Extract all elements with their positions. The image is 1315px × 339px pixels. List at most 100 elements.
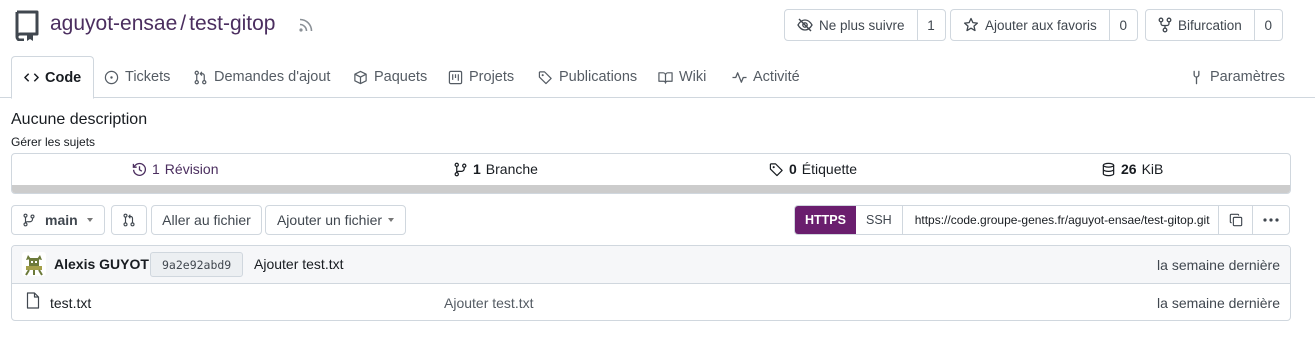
file-table: Alexis GUYOT 9a2e92abd9 Ajouter test.txt… — [11, 245, 1291, 321]
commit-sha-button[interactable]: 9a2e92abd9 — [150, 252, 244, 277]
tab-code-label: Code — [45, 69, 82, 86]
repo-title: aguyot-ensae / test-gitop — [50, 12, 276, 36]
pull-request-icon — [194, 70, 207, 84]
fork-label-wrap[interactable]: Bifurcation — [1146, 10, 1254, 40]
tab-pull-requests-label: Demandes d'ajout — [214, 69, 331, 85]
clone-url-input[interactable]: https://code.groupe-genes.fr/aguyot-ensa… — [903, 206, 1219, 234]
fork-label: Bifurcation — [1178, 17, 1242, 33]
tag-icon — [538, 70, 552, 84]
star-count[interactable]: 0 — [1108, 10, 1137, 40]
goto-file-button[interactable]: Aller au fichier — [151, 205, 262, 235]
copy-url-button[interactable] — [1219, 206, 1253, 234]
tags-label: Étiquette — [801, 161, 858, 177]
book-icon — [658, 71, 673, 84]
more-options-button[interactable] — [1253, 206, 1289, 234]
add-file-label: Ajouter un fichier — [276, 212, 383, 228]
repo-description: Aucune description — [11, 111, 148, 128]
project-icon — [448, 70, 463, 84]
package-icon — [354, 70, 367, 84]
repo-name-link[interactable]: test-gitop — [189, 12, 275, 35]
repo-separator: / — [180, 12, 187, 35]
branch-selector[interactable]: main — [11, 205, 105, 235]
fork-button[interactable]: Bifurcation 0 — [1145, 9, 1283, 41]
tags-count: 0 — [789, 161, 797, 177]
size-count: 26 — [1121, 161, 1137, 177]
branches-count: 1 — [473, 161, 481, 177]
table-row: test.txt Ajouter test.txt la semaine der… — [12, 284, 1290, 320]
watch-label-wrap[interactable]: Ne plus suivre — [785, 10, 917, 40]
repo-icon — [15, 10, 39, 41]
watch-count[interactable]: 1 — [916, 10, 945, 40]
tab-issues-label: Tickets — [125, 69, 171, 85]
branches-stat[interactable]: 1 Branche — [453, 161, 538, 177]
tab-issues[interactable]: Tickets — [104, 56, 170, 98]
code-icon — [24, 73, 39, 82]
star-button[interactable]: Ajouter aux favoris 0 — [950, 9, 1138, 41]
size-unit: KiB — [1141, 161, 1164, 177]
issue-icon — [104, 70, 119, 84]
star-label-wrap[interactable]: Ajouter aux favoris — [951, 10, 1109, 40]
repo-owner-link[interactable]: aguyot-ensae — [50, 12, 177, 35]
ssh-button[interactable]: SSH — [856, 206, 903, 234]
file-commit-time: la semaine dernière — [1157, 295, 1280, 311]
commit-message[interactable]: Ajouter test.txt — [254, 256, 343, 272]
commits-stat[interactable]: 1 Révision — [132, 161, 219, 177]
compare-button[interactable] — [111, 205, 147, 235]
tab-settings-label: Paramètres — [1210, 69, 1285, 85]
tag-icon — [769, 162, 783, 176]
tab-packages[interactable]: Paquets — [353, 56, 427, 98]
kebab-horizontal-icon — [1263, 218, 1279, 222]
tab-releases[interactable]: Publications — [538, 56, 637, 98]
branch-icon — [23, 213, 35, 227]
fork-icon — [1158, 17, 1172, 33]
avatar[interactable] — [22, 252, 46, 276]
commits-count: 1 — [152, 161, 160, 177]
tab-releases-label: Publications — [559, 69, 638, 85]
tab-wiki-label: Wiki — [679, 69, 707, 85]
chevron-down-icon — [86, 218, 93, 222]
compare-icon — [123, 213, 135, 227]
pulse-icon — [732, 71, 747, 83]
rss-icon[interactable] — [298, 17, 314, 33]
tab-code[interactable]: Code — [11, 56, 95, 99]
tags-stat[interactable]: 0 Étiquette — [769, 161, 857, 177]
tab-settings[interactable]: Paramètres — [1189, 56, 1285, 98]
commit-time: la semaine dernière — [1157, 257, 1280, 273]
branch-icon — [454, 162, 467, 176]
tool-icon — [1193, 70, 1200, 84]
https-button[interactable]: HTTPS — [795, 206, 856, 234]
watch-label: Ne plus suivre — [819, 17, 905, 33]
tab-activity-label: Activité — [753, 69, 800, 85]
commits-label: Révision — [164, 161, 219, 177]
tab-wiki[interactable]: Wiki — [658, 56, 706, 98]
tab-pull-requests[interactable]: Demandes d'ajout — [193, 56, 330, 98]
eye-slash-icon — [797, 18, 813, 32]
file-commit-message[interactable]: Ajouter test.txt — [444, 295, 533, 311]
watch-button[interactable]: Ne plus suivre 1 — [784, 9, 946, 41]
branches-label: Branche — [485, 161, 538, 177]
repo-tabs: Code Tickets Demandes d'ajout Paquets Pr… — [0, 56, 1315, 99]
chevron-down-icon — [388, 218, 395, 222]
file-icon — [26, 292, 40, 309]
star-label: Ajouter aux favoris — [985, 17, 1097, 33]
history-icon — [132, 162, 147, 176]
branch-name: main — [45, 212, 78, 228]
file-name-link[interactable]: test.txt — [50, 295, 91, 311]
size-stat: 26 KiB — [1101, 161, 1163, 177]
tab-projects[interactable]: Projets — [448, 56, 514, 98]
fork-count[interactable]: 0 — [1253, 10, 1282, 40]
database-icon — [1102, 162, 1115, 176]
copy-icon — [1229, 213, 1242, 227]
language-bar[interactable] — [12, 185, 1290, 193]
star-icon — [963, 17, 979, 32]
author-avatar-image — [22, 252, 46, 276]
manage-topics-link[interactable]: Gérer les sujets — [11, 135, 95, 149]
commit-author[interactable]: Alexis GUYOT — [54, 256, 149, 272]
repo-stats-bar: 1 Révision 1 Branche 0 Étiquette 26 KiB — [11, 153, 1291, 194]
tab-activity[interactable]: Activité — [732, 56, 800, 98]
latest-commit-row: Alexis GUYOT 9a2e92abd9 Ajouter test.txt… — [12, 246, 1290, 284]
tab-packages-label: Paquets — [374, 69, 428, 85]
clone-panel: HTTPS SSH https://code.groupe-genes.fr/a… — [794, 205, 1290, 235]
repo-header: aguyot-ensae / test-gitop Ne plus suivre 1… — [0, 0, 1315, 52]
add-file-button[interactable]: Ajouter un fichier — [265, 205, 406, 235]
